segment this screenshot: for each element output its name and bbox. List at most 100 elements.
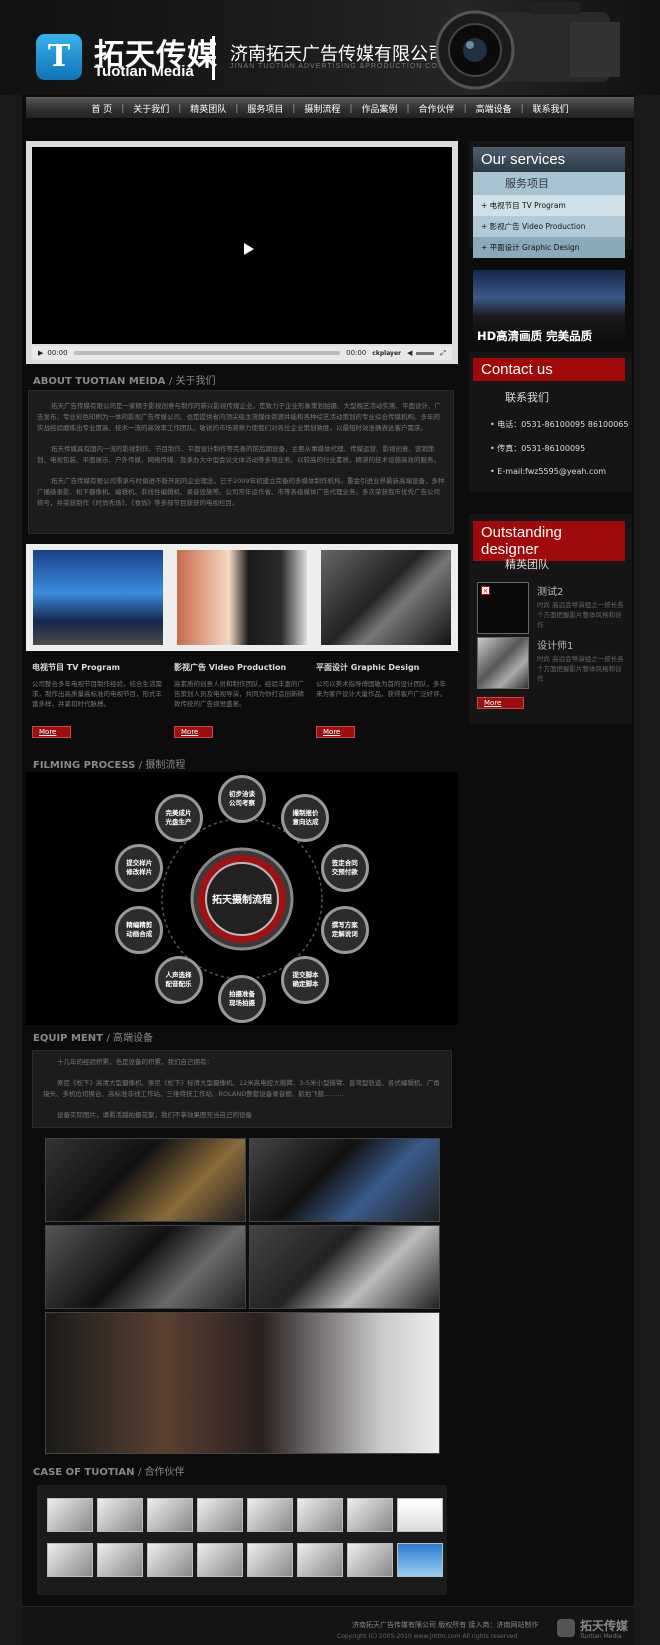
contact-email[interactable]: • E-mail:fwz5595@yeah.com bbox=[490, 467, 606, 476]
sidebar-item-tv[interactable]: + 电视节目 TV Program bbox=[473, 195, 625, 216]
equipment-photo-large[interactable] bbox=[45, 1312, 440, 1454]
footer-copyright-en: Copyright (C) 2005-2010 www.jnttm.com Al… bbox=[337, 1633, 518, 1640]
partner-case-thumbnail[interactable] bbox=[397, 1498, 443, 1532]
equipment-text: 十几年的经验积累，也是设备的积累，我们自己拥有： bbox=[57, 1058, 213, 1066]
footer: 济南拓天广告传媒有限公司 版权所有 接入商：济南网站制作 Copyright (… bbox=[22, 1606, 634, 1645]
nav-item[interactable]: | 精英团队 bbox=[169, 102, 226, 116]
partner-case-thumbnail[interactable] bbox=[197, 1498, 243, 1532]
nav-item-label[interactable]: 摄制流程 bbox=[304, 102, 340, 115]
camera-icon bbox=[435, 2, 620, 90]
more-button[interactable]: More bbox=[32, 726, 72, 738]
nav-item[interactable]: | 关于我们 bbox=[112, 102, 169, 116]
partner-case-thumbnail[interactable] bbox=[297, 1543, 343, 1577]
sidebar-item-graphic[interactable]: + 平面设计 Graphic Design bbox=[473, 237, 625, 258]
service-desc: 公司整合多年电视节目制作经验，结合生活需求，制作出高质量高标准的电视节目，形式丰… bbox=[32, 680, 162, 708]
process-step: 人声选择 配音配乐 bbox=[154, 955, 203, 1004]
designer-avatar[interactable] bbox=[477, 637, 529, 689]
service-desc: 公司以美术指导傅国敏为首的设计团队，多年来为客户设计大量作品，获得客户广泛好评。 bbox=[316, 680, 446, 698]
nav-item[interactable]: | 摄制流程 bbox=[283, 102, 340, 116]
play-icon[interactable] bbox=[244, 243, 254, 255]
partner-case-thumbnail[interactable] bbox=[47, 1543, 93, 1577]
logo-icon[interactable]: T bbox=[36, 34, 82, 80]
designer-avatar-broken[interactable]: × bbox=[477, 582, 529, 634]
nav-separator: | bbox=[406, 103, 410, 114]
time-total: 00:00 bbox=[346, 349, 367, 357]
partner-case-thumbnail[interactable] bbox=[297, 1498, 343, 1532]
broken-image-icon: × bbox=[481, 586, 490, 595]
cases-title: CASE OF TUOTIAN / 合作伙伴 bbox=[33, 1467, 185, 1478]
footer-logo-icon bbox=[557, 1619, 575, 1637]
designer-name[interactable]: 设计师1 bbox=[537, 637, 573, 652]
equipment-panel: 十几年的经验积累，也是设备的积累，我们自己拥有： 索尼《松下》高清大型摄像机、索… bbox=[32, 1050, 452, 1128]
process-step: 签定合同 交预付款 bbox=[320, 844, 369, 893]
nav-item-label[interactable]: 首 页 bbox=[91, 102, 112, 115]
graphic-design-photo[interactable] bbox=[321, 550, 451, 645]
volume-slider[interactable] bbox=[416, 351, 435, 355]
video-production-photo[interactable] bbox=[177, 550, 307, 645]
designer-desc: 时尚 高远会导演组之一按长各个方面把握影片整体风格和创作 bbox=[537, 655, 624, 683]
nav-separator: | bbox=[520, 103, 524, 114]
fullscreen-icon[interactable]: ⤢ bbox=[440, 349, 446, 358]
designer-subheading: 精英团队 bbox=[505, 558, 549, 571]
partner-case-thumbnail[interactable] bbox=[47, 1498, 93, 1532]
hd-banner[interactable]: HD高清画质 完美品质 bbox=[473, 270, 625, 348]
nav-item[interactable]: | 服务项目 bbox=[226, 102, 283, 116]
nav-item-label[interactable]: 关于我们 bbox=[133, 102, 169, 115]
equipment-photo[interactable] bbox=[249, 1138, 440, 1222]
process-title: FILMING PROCESS / 摄制流程 bbox=[33, 760, 186, 771]
designer-name[interactable]: 测试2 bbox=[537, 583, 563, 598]
equipment-photo[interactable] bbox=[45, 1138, 246, 1222]
more-button[interactable]: More bbox=[316, 726, 356, 738]
equipment-text: 索尼《松下》高清大型摄像机、索尼《松下》标清大型摄像机、12米高电控大摇臂、3-… bbox=[43, 1079, 440, 1098]
progress-bar[interactable] bbox=[73, 351, 341, 355]
nav-item[interactable]: 首 页 bbox=[91, 102, 112, 115]
service-tv: 电视节目 TV Program 公司整合多年电视节目制作经验，结合生活需求，制作… bbox=[32, 662, 162, 738]
service-title[interactable]: 影视广告 Video Production bbox=[174, 662, 304, 673]
nav-item[interactable]: | 高端设备 bbox=[455, 102, 512, 116]
partner-case-thumbnail[interactable] bbox=[347, 1543, 393, 1577]
contact-subheading: 联系我们 bbox=[505, 391, 549, 404]
nav-item-label[interactable]: 合作伙伴 bbox=[419, 102, 455, 115]
video-player[interactable]: ▶ 00:00 00:00 ckplayer ◀ ⤢ bbox=[26, 141, 458, 364]
nav-item-label[interactable]: 服务项目 bbox=[247, 102, 283, 115]
play-button-icon[interactable]: ▶ bbox=[38, 349, 43, 357]
partner-case-thumbnail[interactable] bbox=[147, 1498, 193, 1532]
about-title: ABOUT TUOTIAN MEIDA / 关于我们 bbox=[33, 376, 216, 387]
equipment-photo[interactable] bbox=[249, 1225, 440, 1309]
nav-separator: | bbox=[292, 103, 296, 114]
sidebar-item-video[interactable]: + 影视广告 Video Production bbox=[473, 216, 625, 237]
partner-case-thumbnail[interactable] bbox=[397, 1543, 443, 1577]
page-wrapper: T 拓天传媒 Tuotian Media 济南拓天广告传媒有限公司 JINAN … bbox=[0, 0, 660, 1645]
nav-item-label[interactable]: 作品案例 bbox=[361, 102, 397, 115]
video-controls: ▶ 00:00 00:00 ckplayer ◀ ⤢ bbox=[32, 346, 452, 360]
partner-case-thumbnail[interactable] bbox=[97, 1498, 143, 1532]
designer-more-button[interactable]: More bbox=[477, 697, 525, 709]
more-button[interactable]: More bbox=[174, 726, 214, 738]
nav-item[interactable]: | 联系我们 bbox=[512, 102, 569, 116]
nav-item-label[interactable]: 精英团队 bbox=[190, 102, 226, 115]
nav-item[interactable]: | 作品案例 bbox=[340, 102, 397, 116]
service-title[interactable]: 平面设计 Graphic Design bbox=[316, 662, 446, 673]
about-paragraph: 拓天广告传媒有限公司秉承与时俱进不断开拓的企业理念，已于2009年初建立完备的多… bbox=[37, 477, 445, 507]
header: T 拓天传媒 Tuotian Media 济南拓天广告传媒有限公司 JINAN … bbox=[0, 0, 660, 95]
nav-item-label[interactable]: 高端设备 bbox=[476, 102, 512, 115]
video-screen[interactable] bbox=[32, 147, 452, 344]
footer-copyright: 济南拓天广告传媒有限公司 版权所有 接入商：济南网站制作 bbox=[352, 1621, 539, 1629]
nav-item[interactable]: | 合作伙伴 bbox=[398, 102, 455, 116]
partner-case-thumbnail[interactable] bbox=[147, 1543, 193, 1577]
tv-studio-photo[interactable] bbox=[33, 550, 163, 645]
equipment-photo[interactable] bbox=[45, 1225, 246, 1309]
partner-case-thumbnail[interactable] bbox=[197, 1543, 243, 1577]
partner-case-thumbnail[interactable] bbox=[347, 1498, 393, 1532]
nav-separator: | bbox=[178, 103, 182, 114]
partner-case-thumbnail[interactable] bbox=[247, 1498, 293, 1532]
partner-case-thumbnail[interactable] bbox=[97, 1543, 143, 1577]
service-title[interactable]: 电视节目 TV Program bbox=[32, 662, 162, 673]
nav-item-label[interactable]: 联系我们 bbox=[533, 102, 569, 115]
about-paragraph: 拓天广告传媒有限公司是一家精于影视创意与制作的新兴影视传媒企业。是致力于企业形象… bbox=[37, 402, 441, 432]
volume-icon[interactable]: ◀ bbox=[407, 349, 412, 357]
service-desc: 高素质的创意人员和制作团队，经验丰富的广告策划人员及电视导演，共同为你打造创新精… bbox=[174, 680, 304, 708]
process-diagram: 拓天摄制流程 初步洽谈 公司考察 撮制报价 意向达成 签定合同 交预付款 撰写方案 定… bbox=[26, 772, 458, 1025]
equipment-title: EQUIP MENT / 高端设备 bbox=[33, 1033, 154, 1044]
partner-case-thumbnail[interactable] bbox=[247, 1543, 293, 1577]
